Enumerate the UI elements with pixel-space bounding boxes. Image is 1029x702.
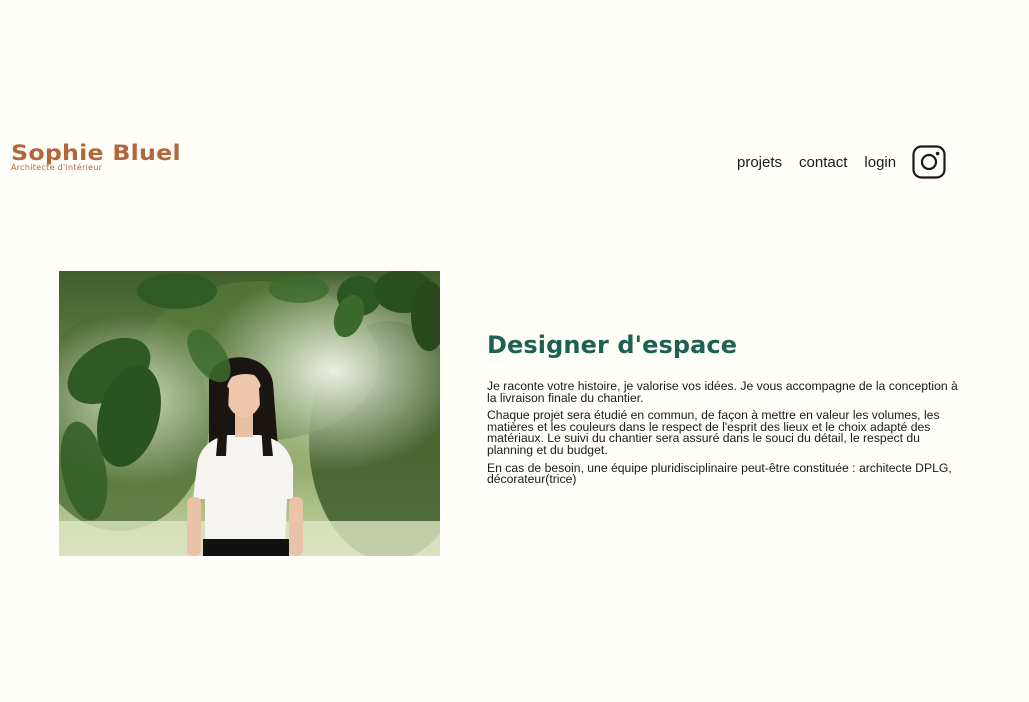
nav-item-contact[interactable]: contact: [799, 154, 847, 171]
intro-title: Designer d'espace: [487, 331, 738, 359]
intro-paragraph: Je raconte votre histoire, je valorise v…: [487, 379, 958, 405]
intro-section: Designer d'espace Je raconte votre histo…: [487, 330, 967, 492]
architect-photo: [59, 271, 440, 556]
brand-logo[interactable]: Sophie Bluel Architecte d'intérieur: [11, 141, 181, 173]
main-nav: projets contact login: [737, 144, 946, 180]
intro-paragraph: Chaque projet sera étudié en commun, de …: [487, 408, 940, 457]
brand-name: Sophie Bluel: [11, 141, 181, 165]
nav-item-login[interactable]: login: [864, 154, 896, 171]
nav-item-projets[interactable]: projets: [737, 154, 782, 171]
site-header: Sophie Bluel Architecte d'intérieur proj…: [0, 0, 1029, 200]
instagram-icon[interactable]: [912, 145, 946, 179]
intro-text: Je raconte votre histoire, je valorise v…: [487, 379, 967, 487]
intro-paragraph: En cas de besoin, une équipe pluridiscip…: [487, 460, 952, 487]
